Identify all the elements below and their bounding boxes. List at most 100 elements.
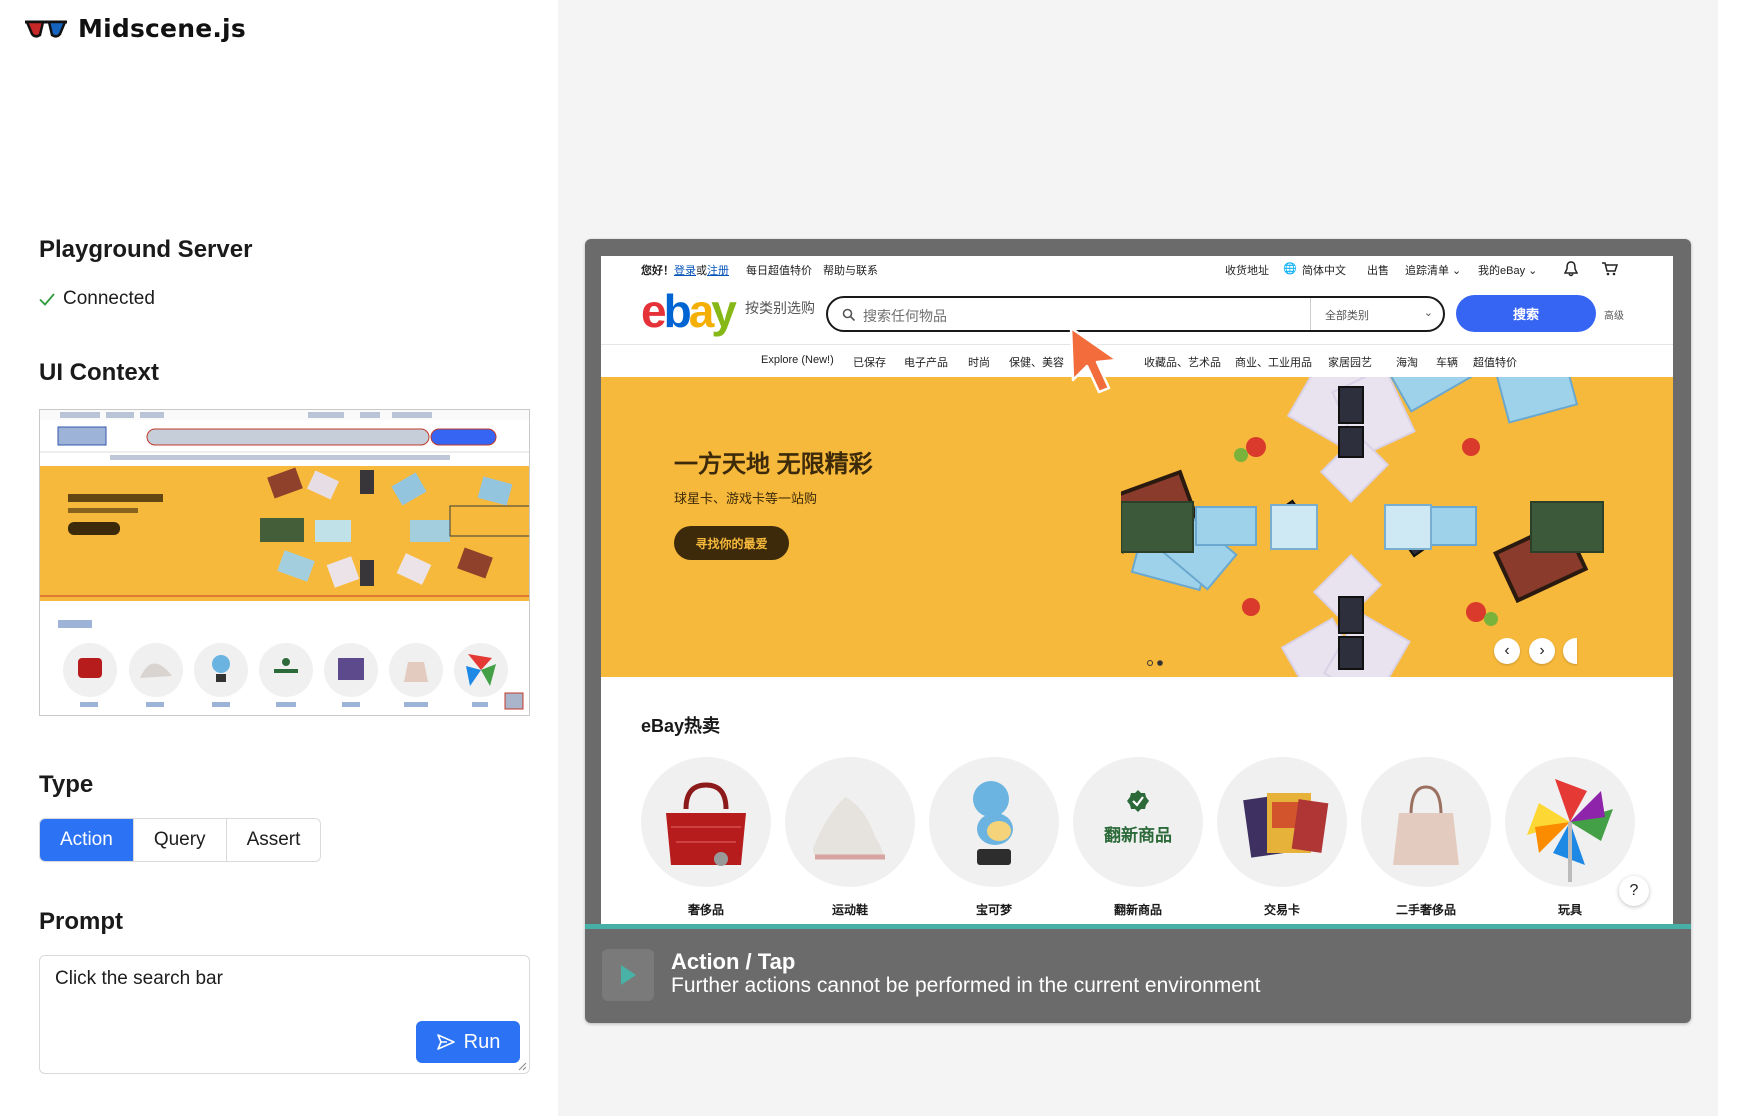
nav-item[interactable]: 海淘 bbox=[1396, 354, 1418, 370]
ebay-sell-link[interactable]: 出售 bbox=[1367, 262, 1389, 278]
ebay-advanced-link[interactable]: 高级 bbox=[1604, 307, 1624, 322]
ebay-greeting: 您好！登录或注册 bbox=[641, 262, 729, 278]
type-title: Type bbox=[39, 771, 94, 798]
carousel-dots[interactable] bbox=[1146, 659, 1166, 667]
ebay-globe-icon[interactable]: 🌐 bbox=[1283, 262, 1297, 275]
pinwheel-icon bbox=[1527, 779, 1613, 882]
nav-item[interactable]: 收藏品、艺术品 bbox=[1144, 354, 1221, 370]
ebay-watchlist[interactable]: 追踪清单 ⌄ bbox=[1405, 262, 1461, 278]
ebay-hero-banner[interactable]: 一方天地 无限精彩 球星卡、游戏卡等一站购 寻找你的最爱 ‹ › bbox=[601, 377, 1673, 677]
search-icon bbox=[842, 308, 856, 322]
nav-item[interactable]: 已保存 bbox=[853, 354, 886, 370]
ebay-help-link[interactable]: 帮助与联系 bbox=[823, 262, 878, 278]
carousel-next-icon[interactable]: › bbox=[1529, 638, 1555, 664]
ebay-category-select[interactable]: 全部类别 ⌄ bbox=[1310, 298, 1445, 330]
ebay-language[interactable]: 简体中文 bbox=[1302, 262, 1346, 278]
prompt-value: Click the search bar bbox=[55, 968, 223, 989]
nav-item[interactable]: 时尚 bbox=[968, 354, 990, 370]
run-label: Run bbox=[463, 1030, 501, 1053]
action-result-bar: Action / Tap Further actions cannot be p… bbox=[585, 929, 1691, 1023]
nav-item[interactable]: 电子产品 bbox=[904, 354, 948, 370]
category-item[interactable]: 宝可梦 bbox=[929, 757, 1059, 918]
hero-cards-image bbox=[1121, 377, 1604, 677]
ebay-search-placeholder: 搜索任何物品 bbox=[863, 308, 947, 324]
nav-item[interactable]: Explore (New!) bbox=[761, 354, 834, 366]
tote-bag-icon bbox=[1393, 785, 1459, 865]
right-edge bbox=[1718, 0, 1740, 1116]
bell-icon[interactable] bbox=[1564, 261, 1578, 277]
context-title: UI Context bbox=[39, 359, 159, 386]
ui-context-thumbnail bbox=[39, 409, 530, 716]
handbag-icon bbox=[666, 782, 746, 866]
ebay-or-text: 或 bbox=[696, 265, 707, 277]
help-icon[interactable]: ? bbox=[1619, 876, 1649, 906]
ebay-logo[interactable]: ebay bbox=[641, 288, 737, 334]
category-label: 运动鞋 bbox=[831, 903, 868, 917]
ebay-my-ebay[interactable]: 我的eBay ⌄ bbox=[1478, 262, 1537, 278]
hero-subtitle: 球星卡、游戏卡等一站购 bbox=[674, 491, 818, 506]
chevron-down-icon: ⌄ bbox=[1423, 307, 1433, 319]
hero-title: 一方天地 无限精彩 bbox=[674, 451, 873, 478]
nav-item[interactable]: 家居园艺 bbox=[1328, 354, 1372, 370]
nav-item[interactable]: 超值特价 bbox=[1473, 354, 1517, 370]
pokemon-figure-icon bbox=[973, 781, 1013, 865]
category-item[interactable]: 玩具 bbox=[1505, 757, 1635, 918]
check-icon bbox=[39, 293, 55, 306]
server-title: Playground Server bbox=[39, 236, 253, 263]
send-icon bbox=[436, 1034, 455, 1050]
trading-card-icon bbox=[1243, 793, 1329, 858]
type-action-button[interactable]: Action bbox=[40, 819, 133, 861]
server-status-text: Connected bbox=[63, 288, 155, 309]
ebay-register-link[interactable]: 注册 bbox=[707, 265, 729, 277]
category-item[interactable]: 二手奢侈品 bbox=[1361, 757, 1491, 918]
run-button[interactable]: Run bbox=[416, 1021, 520, 1063]
ebay-watchlist-label: 追踪清单 bbox=[1405, 265, 1449, 277]
cursor-pointer-icon bbox=[1069, 326, 1119, 394]
refurb-badge-text: 翻新商品 bbox=[1104, 826, 1172, 845]
ebay-screenshot: 您好！登录或注册 每日超值特价 帮助与联系 收货地址 🌐 简体中文 出售 追踪清… bbox=[601, 256, 1673, 928]
category-label: 宝可梦 bbox=[975, 903, 1012, 917]
type-assert-button[interactable]: Assert bbox=[225, 819, 321, 861]
action-title: Action / Tap bbox=[671, 949, 796, 974]
ebay-shop-by-category[interactable]: 按类别选购 bbox=[745, 298, 815, 318]
category-item[interactable]: 交易卡 bbox=[1217, 757, 1347, 918]
category-label: 二手奢侈品 bbox=[1395, 903, 1456, 917]
ebay-hot-title: eBay热卖 bbox=[641, 716, 721, 736]
category-label: 玩具 bbox=[1557, 903, 1582, 917]
ebay-login-link[interactable]: 登录 bbox=[674, 265, 696, 277]
ebay-deals-link[interactable]: 每日超值特价 bbox=[746, 262, 812, 278]
carousel-prev-icon[interactable]: ‹ bbox=[1494, 638, 1520, 664]
verified-badge-icon bbox=[1127, 790, 1149, 812]
hero-cta-button[interactable]: 寻找你的最爱 bbox=[674, 526, 789, 560]
ebay-top-bar: 您好！登录或注册 每日超值特价 帮助与联系 收货地址 🌐 简体中文 出售 追踪清… bbox=[601, 256, 1673, 283]
prompt-title: Prompt bbox=[39, 908, 123, 935]
ebay-search-bar[interactable]: 搜索任何物品 全部类别 ⌄ bbox=[826, 296, 1445, 332]
sneaker-icon bbox=[813, 797, 885, 860]
type-query-button[interactable]: Query bbox=[132, 819, 226, 861]
cart-icon[interactable] bbox=[1602, 262, 1618, 276]
server-status: Connected bbox=[39, 288, 155, 310]
app-logo: Midscene.js bbox=[24, 14, 246, 43]
app-name: Midscene.js bbox=[78, 14, 246, 43]
type-selector: Action Query Assert bbox=[39, 818, 322, 862]
ebay-ship-to[interactable]: 收货地址 bbox=[1225, 262, 1269, 278]
ebay-category-nav: Explore (New!) 已保存 电子产品 时尚 保健、美容 收藏品、艺术品… bbox=[601, 344, 1673, 374]
ebay-search-button[interactable]: 搜索 bbox=[1456, 295, 1596, 332]
nav-item[interactable]: 保健、美容 bbox=[1009, 354, 1064, 370]
nav-item[interactable]: 商业、工业用品 bbox=[1235, 354, 1312, 370]
category-label: 奢侈品 bbox=[687, 903, 724, 917]
ebay-my-ebay-label: 我的eBay bbox=[1478, 265, 1526, 277]
left-panel: Midscene.js Playground Server Connected … bbox=[0, 0, 558, 1116]
resize-handle-icon[interactable] bbox=[517, 1061, 527, 1071]
category-label: 交易卡 bbox=[1263, 903, 1300, 917]
glasses-icon bbox=[25, 20, 67, 38]
category-item[interactable]: 运动鞋 bbox=[785, 757, 915, 918]
play-icon bbox=[621, 965, 636, 985]
replay-button[interactable] bbox=[602, 949, 654, 1001]
ebay-greeting-text: 您好！ bbox=[641, 265, 674, 277]
category-item[interactable]: 奢侈品 bbox=[641, 757, 771, 918]
category-item[interactable]: 翻新商品 翻新商品 bbox=[1073, 757, 1203, 918]
nav-item[interactable]: 车辆 bbox=[1436, 354, 1458, 370]
prompt-textarea[interactable]: Click the search bar Run bbox=[39, 955, 530, 1074]
action-message: Further actions cannot be performed in t… bbox=[671, 974, 1261, 997]
